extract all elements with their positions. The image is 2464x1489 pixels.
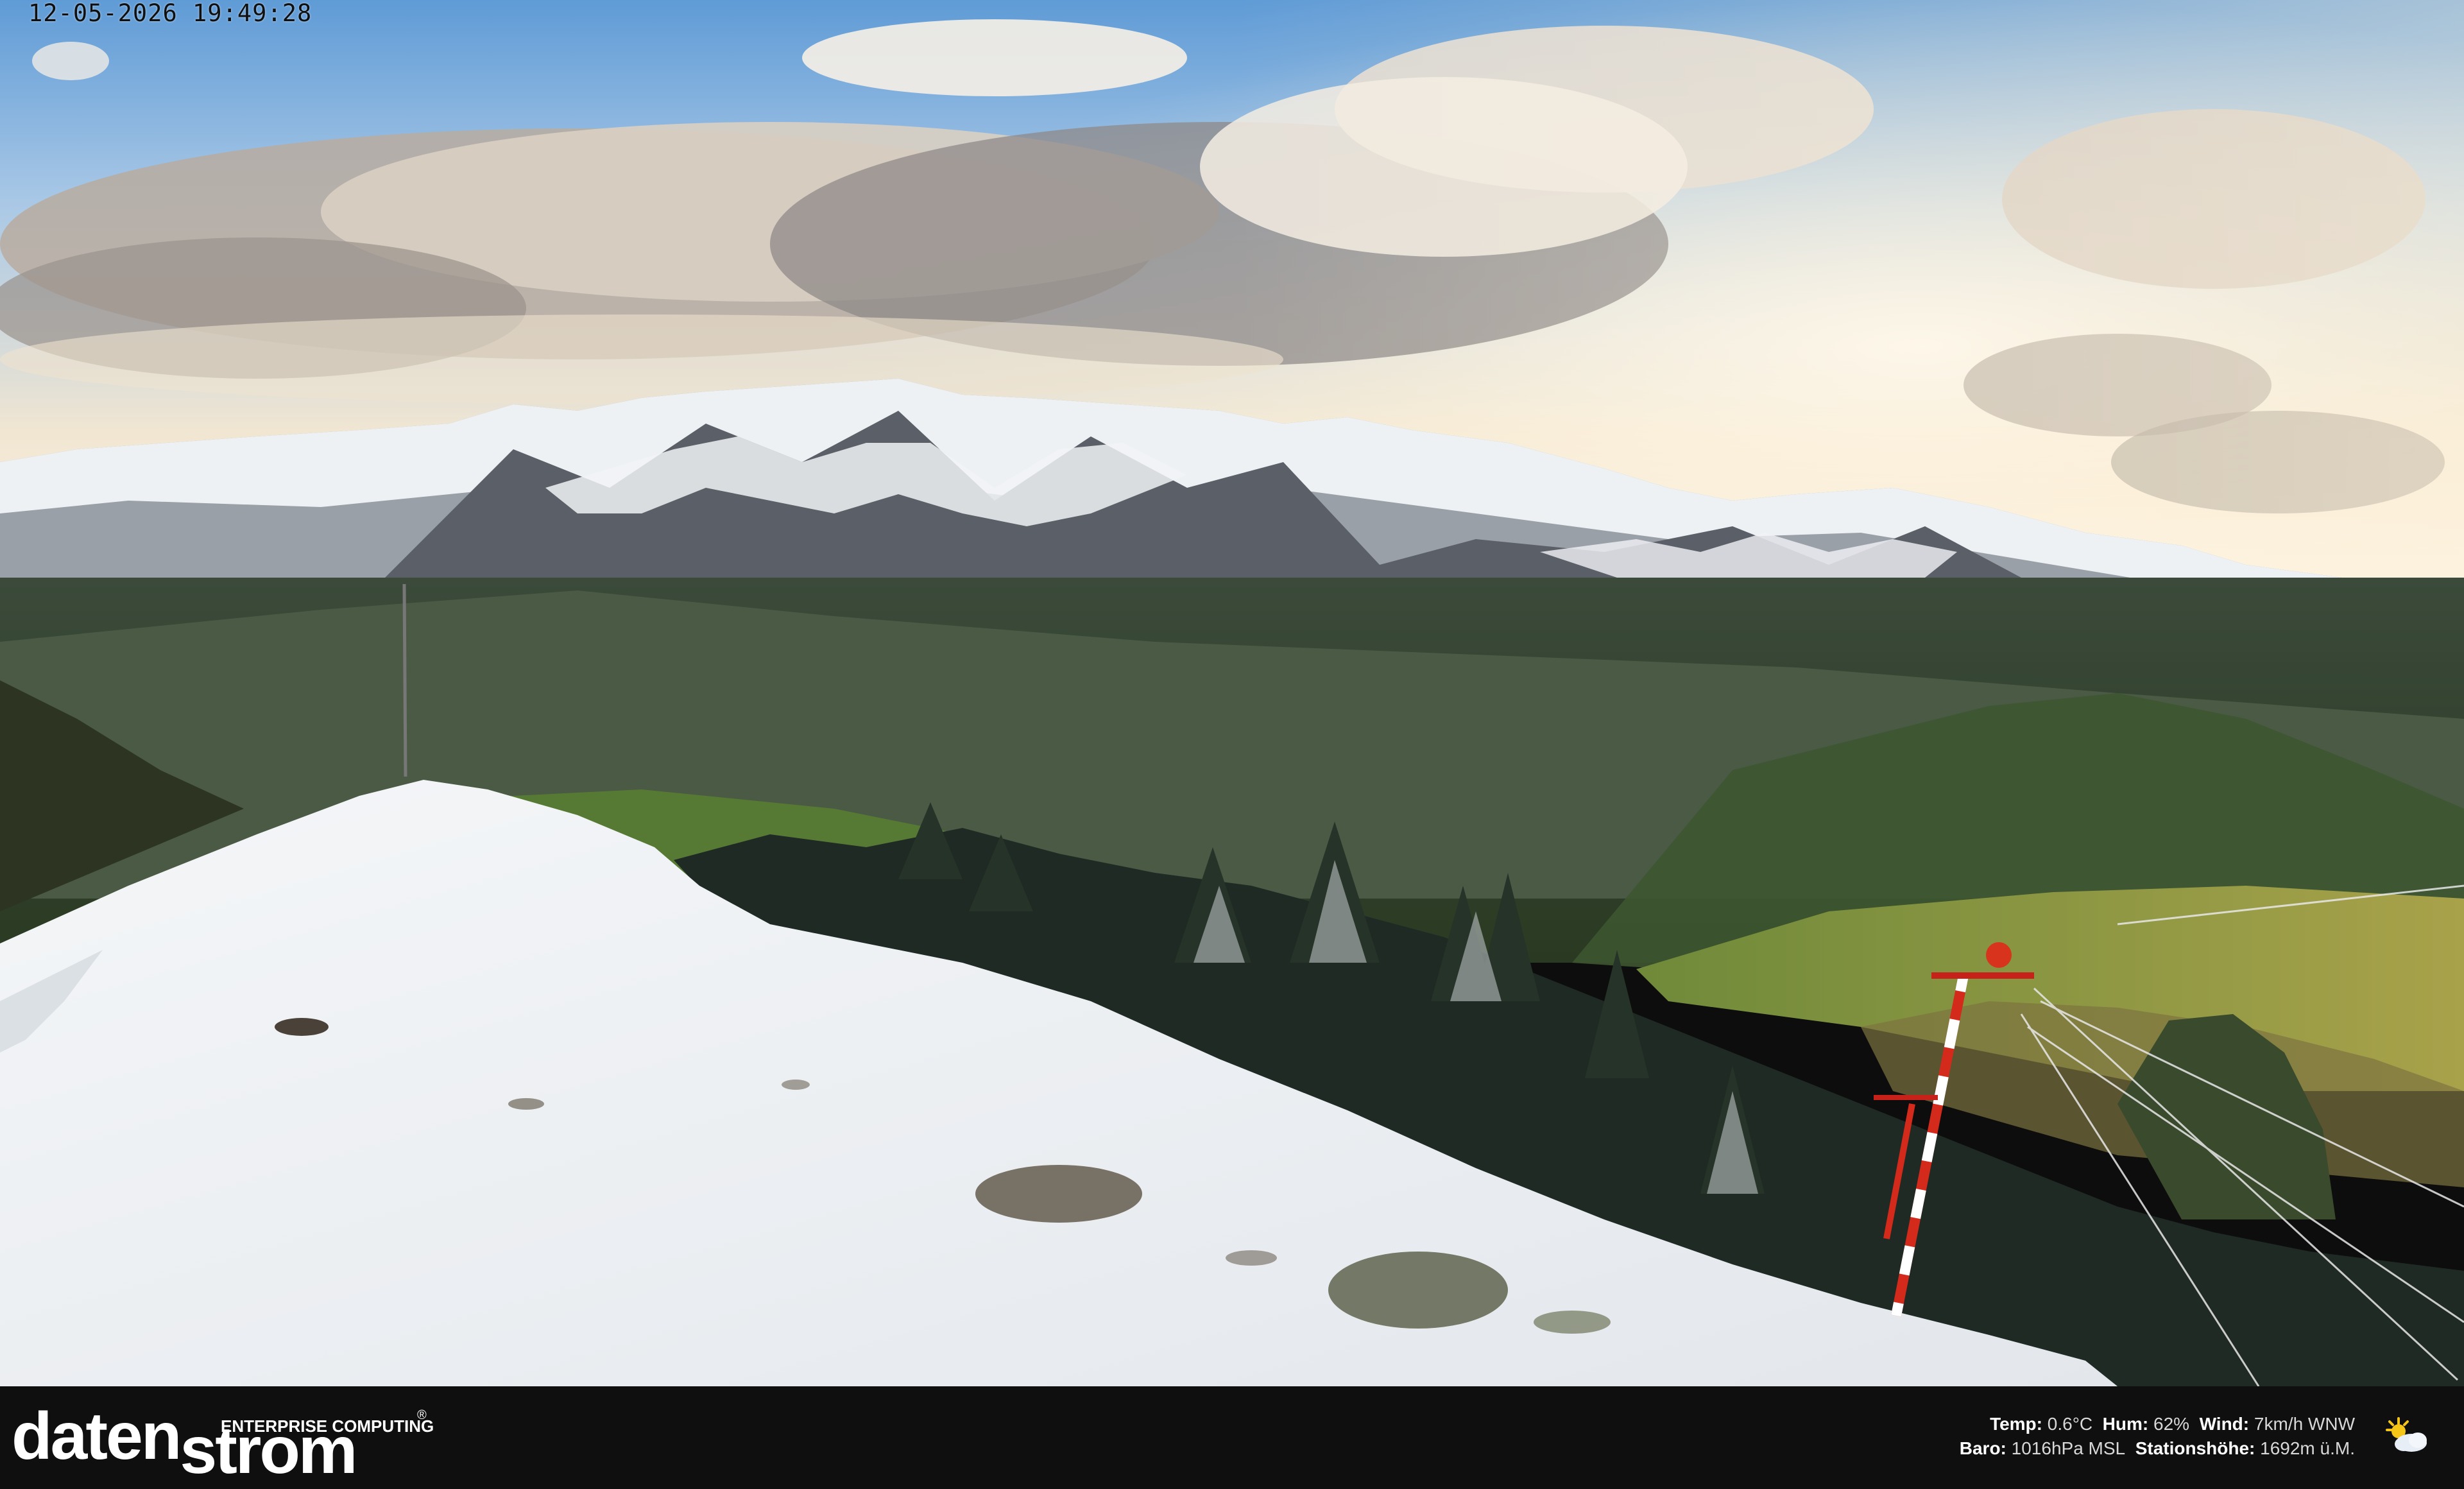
brand-name: datenstrom [12, 1403, 357, 1484]
baro-label: Baro: [1959, 1438, 2006, 1458]
temp-label: Temp: [1990, 1414, 2042, 1434]
wind-label: Wind: [2199, 1414, 2250, 1434]
elevation-label: Stationshöhe: [2135, 1438, 2255, 1458]
brand-tagline: ENTERPRISE COMPUTING [221, 1416, 434, 1436]
datenstrom-logo: datenstrom ENTERPRISE COMPUTING ® [12, 1394, 448, 1484]
temp-value: 0.6°C [2047, 1414, 2093, 1434]
webcam-image [0, 0, 2464, 1386]
hum-value: 62% [2153, 1414, 2190, 1434]
baro-value: 1016hPa MSL [2011, 1438, 2126, 1458]
hum-label: Hum: [2102, 1414, 2149, 1434]
wind-value: 7km/h WNW [2254, 1414, 2355, 1434]
brand-name-part1: daten [12, 1399, 182, 1474]
partly-cloudy-icon [2386, 1417, 2427, 1452]
weather-readout: Temp: 0.6°C Hum: 62% Wind: 7km/h WNW Bar… [1777, 1412, 2355, 1461]
weather-line-1: Temp: 0.6°C Hum: 62% Wind: 7km/h WNW [1777, 1412, 2355, 1436]
brand-registered-mark: ® [417, 1408, 427, 1422]
timestamp: 12-05-2026 19:49:28 [28, 0, 312, 27]
weather-line-2: Baro: 1016hPa MSL Stationshöhe: 1692m ü.… [1777, 1436, 2355, 1461]
elevation-value: 1692m ü.M. [2260, 1438, 2355, 1458]
